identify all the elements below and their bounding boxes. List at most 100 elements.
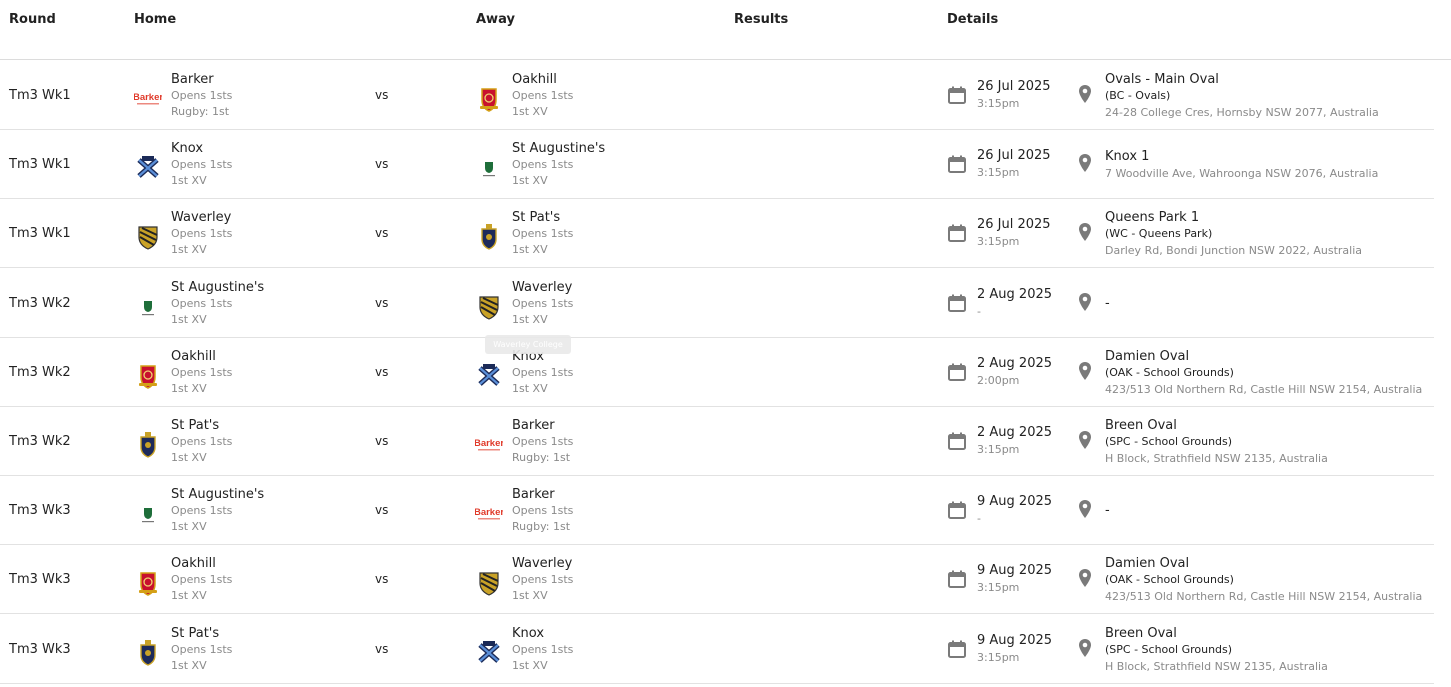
away-team-name[interactable]: Waverley bbox=[512, 280, 572, 295]
venue-name[interactable]: - bbox=[1105, 502, 1110, 519]
home-team-name[interactable]: Knox bbox=[171, 141, 203, 156]
venue-ground: (BC - Ovals) bbox=[1105, 89, 1171, 102]
home-team-grade: 1st XV bbox=[171, 589, 207, 603]
table-row[interactable]: Tm3 Wk2 St Augustine's Opens 1sts 1st XV… bbox=[0, 268, 1434, 338]
table-row[interactable]: Tm3 Wk3 St Pat's Opens 1sts 1st XV vs Kn… bbox=[0, 614, 1434, 684]
venue[interactable]: Breen Oval (SPC - School Grounds) H Bloc… bbox=[1105, 417, 1328, 467]
away-team-division: Opens 1sts bbox=[512, 227, 574, 241]
home-team-name[interactable]: Oakhill bbox=[171, 349, 216, 364]
away-team-grade: 1st XV bbox=[512, 312, 548, 326]
venue-name[interactable]: - bbox=[1105, 295, 1110, 312]
home-team-name[interactable]: St Pat's bbox=[171, 418, 219, 433]
home-team-grade: 1st XV bbox=[171, 520, 207, 534]
calendar-icon bbox=[947, 362, 967, 382]
home-team-division: Opens 1sts bbox=[171, 435, 233, 448]
table-header: Round Home Away Results Details bbox=[0, 0, 1451, 60]
vs-label: vs bbox=[375, 503, 389, 518]
vs-label: vs bbox=[375, 572, 389, 587]
round-label: Tm3 Wk3 bbox=[9, 641, 71, 657]
st-augustines-logo bbox=[475, 154, 503, 182]
calendar-icon bbox=[947, 85, 967, 105]
table-row[interactable]: Tm3 Wk3 Oakhill Opens 1sts 1st XV vs Wav… bbox=[0, 544, 1434, 615]
venue[interactable]: Ovals - Main Oval (BC - Ovals) 24-28 Col… bbox=[1105, 71, 1379, 121]
table-row[interactable]: Tm3 Wk1 Knox Opens 1sts 1st XV vs St Aug… bbox=[0, 129, 1434, 200]
match-date: 26 Jul 2025 bbox=[977, 148, 1051, 164]
away-team-name[interactable]: Barker bbox=[512, 487, 555, 502]
home-team-name[interactable]: St Pat's bbox=[171, 626, 219, 641]
away-team-grade: 1st XV bbox=[512, 174, 548, 188]
waverley-logo bbox=[134, 223, 162, 251]
match-date: 9 Aug 2025 bbox=[977, 563, 1053, 579]
barker-logo: Barker bbox=[474, 500, 504, 528]
home-team-name[interactable]: Waverley bbox=[171, 210, 231, 225]
vs-label: vs bbox=[375, 364, 389, 379]
calendar-icon bbox=[947, 154, 967, 174]
venue[interactable]: - bbox=[1105, 295, 1110, 312]
home-team-division: Opens 1sts bbox=[171, 365, 233, 379]
away-team-name[interactable]: Barker bbox=[512, 418, 555, 433]
waverley-logo bbox=[475, 569, 503, 597]
away-team-name[interactable]: Oakhill bbox=[512, 72, 557, 87]
venue-ground: (WC - Queens Park) bbox=[1105, 227, 1213, 241]
vs-label: vs bbox=[375, 641, 389, 656]
match-date: 26 Jul 2025 bbox=[977, 79, 1051, 94]
svg-text:Barker: Barker bbox=[475, 507, 503, 518]
vs-label: vs bbox=[375, 157, 389, 172]
venue-name[interactable]: Breen Oval bbox=[1105, 625, 1328, 642]
venue-name[interactable]: Damien Oval bbox=[1105, 348, 1422, 365]
venue-name[interactable]: Damien Oval bbox=[1105, 555, 1422, 572]
calendar-icon bbox=[947, 569, 967, 589]
venue[interactable]: - bbox=[1105, 502, 1110, 519]
home-team-grade: 1st XV bbox=[171, 243, 207, 257]
barker-logo: Barker bbox=[133, 85, 163, 113]
venue[interactable]: Damien Oval (OAK - School Grounds) 423/5… bbox=[1105, 555, 1422, 605]
home-team-name[interactable]: Oakhill bbox=[171, 556, 216, 571]
home-team-division: Opens 1sts bbox=[171, 642, 233, 656]
table-row[interactable]: Tm3 Wk1 Waverley Opens 1sts 1st XV vs St… bbox=[0, 198, 1434, 269]
away-team-division: Opens 1sts bbox=[512, 435, 574, 448]
oakhill-logo bbox=[134, 569, 162, 597]
venue-name[interactable]: Ovals - Main Oval bbox=[1105, 71, 1379, 88]
match-date: 2 Aug 2025 bbox=[977, 355, 1053, 371]
home-team-division: Opens 1sts bbox=[171, 227, 233, 241]
round-label: Tm3 Wk1 bbox=[9, 157, 71, 173]
away-team-division: Opens 1sts bbox=[512, 365, 574, 379]
venue[interactable]: Damien Oval (OAK - School Grounds) 423/5… bbox=[1105, 348, 1422, 398]
match-time: 3:15pm bbox=[977, 650, 1020, 664]
venue[interactable]: Knox 1 7 Woodville Ave, Wahroonga NSW 20… bbox=[1105, 148, 1378, 182]
match-time: 3:15pm bbox=[977, 235, 1020, 249]
away-team-grade: Rugby: 1st bbox=[512, 451, 571, 464]
home-team-name[interactable]: Barker bbox=[171, 72, 214, 87]
venue-ground: (SPC - School Grounds) bbox=[1105, 435, 1233, 448]
away-team-grade: 1st XV bbox=[512, 243, 548, 257]
away-team-name[interactable]: St Pat's bbox=[512, 210, 560, 225]
st-pats-logo bbox=[134, 431, 162, 459]
venue[interactable]: Breen Oval (SPC - School Grounds) H Bloc… bbox=[1105, 625, 1328, 675]
match-time: 3:15pm bbox=[977, 97, 1020, 110]
knox-logo bbox=[475, 362, 503, 390]
venue-name[interactable]: Queens Park 1 bbox=[1105, 209, 1362, 226]
table-row[interactable]: Tm3 Wk2 Oakhill Opens 1sts 1st XV vs Kno… bbox=[0, 337, 1434, 407]
location-pin-icon bbox=[1078, 361, 1092, 381]
away-team-name[interactable]: Knox bbox=[512, 626, 544, 641]
home-team-division: Opens 1sts bbox=[171, 158, 233, 172]
venue-name[interactable]: Knox 1 bbox=[1105, 148, 1378, 165]
venue-address: H Block, Strathfield NSW 2135, Australia bbox=[1105, 452, 1328, 465]
venue[interactable]: Queens Park 1 (WC - Queens Park) Darley … bbox=[1105, 209, 1362, 259]
venue-ground: (OAK - School Grounds) bbox=[1105, 573, 1234, 587]
away-team-division: Opens 1sts bbox=[512, 89, 574, 102]
home-team-name[interactable]: St Augustine's bbox=[171, 280, 264, 295]
table-row[interactable]: Tm3 Wk3 St Augustine's Opens 1sts 1st XV… bbox=[0, 475, 1434, 546]
away-team-name[interactable]: St Augustine's bbox=[512, 141, 605, 156]
table-row[interactable]: Tm3 Wk1 Barker Barker Opens 1sts Rugby: … bbox=[0, 60, 1434, 130]
vs-label: vs bbox=[375, 88, 389, 102]
away-team-name[interactable]: Waverley bbox=[512, 556, 572, 571]
venue-address: H Block, Strathfield NSW 2135, Australia bbox=[1105, 659, 1328, 673]
away-team-division: Opens 1sts bbox=[512, 296, 574, 310]
venue-address: 423/513 Old Northern Rd, Castle Hill NSW… bbox=[1105, 590, 1423, 604]
home-team-grade: 1st XV bbox=[171, 174, 207, 188]
home-team-name[interactable]: St Augustine's bbox=[171, 487, 264, 502]
venue-ground: (OAK - School Grounds) bbox=[1105, 365, 1234, 379]
venue-name[interactable]: Breen Oval bbox=[1105, 417, 1328, 434]
table-row[interactable]: Tm3 Wk2 St Pat's Opens 1sts 1st XV vs Ba… bbox=[0, 406, 1434, 476]
